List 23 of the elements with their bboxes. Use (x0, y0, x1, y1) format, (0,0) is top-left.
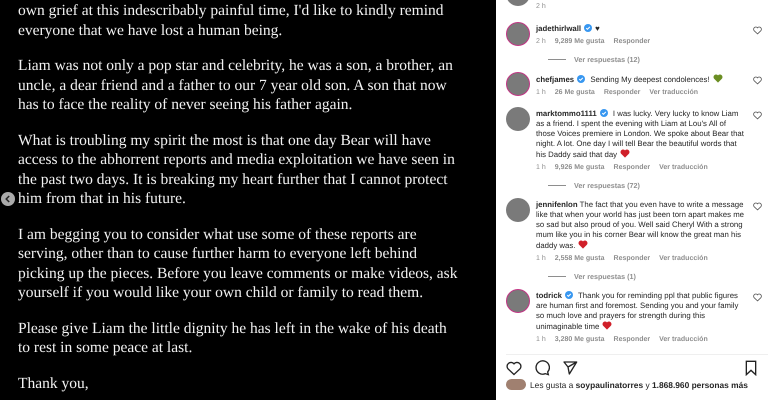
like-icon[interactable] (753, 202, 762, 211)
like-icon[interactable] (753, 293, 762, 302)
post-paragraph: What is troubling my spirit the most is that one day Bear will have access to the abhorrent reports and media exploitation we have seen in the past two days. It is breaking my heart further that I cannot protect him from that in his future. (18, 130, 456, 208)
avatar-stack (506, 379, 526, 390)
post-paragraph: Thank you, (18, 374, 90, 393)
share-icon[interactable] (562, 360, 578, 376)
like-icon[interactable] (506, 360, 522, 376)
previous-icon[interactable] (1, 192, 15, 206)
like-icon[interactable] (753, 26, 762, 35)
avatar[interactable] (506, 198, 530, 222)
avatar[interactable] (506, 72, 530, 96)
likes-summary[interactable]: Les gusta a soypaulinatorres y 1.868.960 personas más (530, 380, 748, 390)
bookmark-icon[interactable] (744, 360, 758, 376)
post-paragraph: own grief at this indescribably painful time, I'd like to kindly remind everyone that we have lost a human being. (18, 1, 445, 40)
post-paragraph: Please give Liam the little dignity he has left in the wake of his death to rest in some peace at last. (18, 318, 448, 358)
avatar[interactable] (506, 289, 530, 313)
avatar[interactable] (506, 107, 530, 131)
avatar[interactable] (506, 22, 530, 46)
like-icon[interactable] (753, 76, 762, 85)
post-paragraph: Liam was not only a pop star and celebrity, he was a son, a brother, an uncle, a dear friend and a father to our 7 year old son. A son that now has to face the reality of never seeing his father again. (18, 56, 454, 114)
post-paragraph: I am begging you to consider what use some of these reports are serving, other than to cause further harm to everyone left behind picking up the pieces. Before you leave comments or make videos, ask yourself if you would like your own child or family to read them. (18, 224, 458, 302)
like-icon[interactable] (753, 111, 762, 120)
comment-icon[interactable] (534, 360, 550, 376)
